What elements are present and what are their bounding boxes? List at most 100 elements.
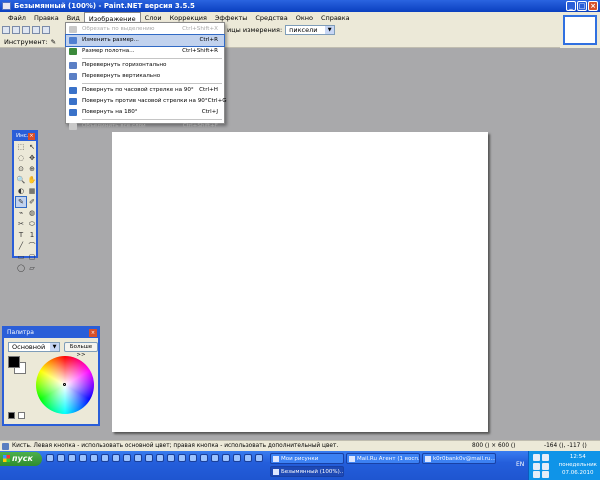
tools-window-header[interactable]: Инс... × bbox=[14, 132, 36, 141]
quicklaunch-icon[interactable] bbox=[101, 454, 109, 462]
primary-color-swatch[interactable] bbox=[8, 356, 20, 368]
tray-icon[interactable] bbox=[542, 471, 549, 478]
menu-edit[interactable]: Правка bbox=[30, 12, 63, 24]
tray-icon[interactable] bbox=[533, 471, 540, 478]
taskbar-item-my-pictures[interactable]: Мои рисунки bbox=[270, 453, 344, 464]
menu-item-canvas-size[interactable]: Размер полотна... Ctrl+Shift+R bbox=[66, 46, 224, 57]
start-button[interactable]: пуск bbox=[0, 452, 42, 466]
quicklaunch-icon[interactable] bbox=[156, 454, 164, 462]
palette-window-header[interactable]: Палитра × bbox=[4, 328, 98, 338]
freeform-shape-tool[interactable]: ▱ bbox=[27, 263, 37, 273]
eraser-tool[interactable]: ⌁ bbox=[16, 208, 26, 218]
menu-item-rotate-ccw-90[interactable]: Повернуть против часовой стрелки на 90° … bbox=[66, 96, 227, 107]
units-control: ицы измерения: пиксели ▼ bbox=[227, 24, 336, 36]
menu-item-resize[interactable]: Изменить размер... Ctrl+R bbox=[65, 34, 225, 47]
tray-icon[interactable] bbox=[533, 463, 540, 470]
close-icon[interactable]: × bbox=[28, 133, 35, 140]
save-icon[interactable] bbox=[22, 26, 30, 34]
paintbrush-tool[interactable]: ✎ bbox=[15, 196, 27, 208]
tray-icon[interactable] bbox=[542, 454, 549, 461]
cut-icon[interactable] bbox=[42, 26, 50, 34]
tray-icon[interactable] bbox=[533, 454, 540, 461]
freeform-tool[interactable]: ⌒ bbox=[27, 241, 37, 251]
menu-item-label: Повернуть по часовой стрелке на 90° bbox=[82, 87, 194, 93]
palette-mode-select[interactable]: Основной ▼ bbox=[8, 342, 60, 352]
close-icon[interactable]: × bbox=[89, 329, 97, 337]
more-button[interactable]: Больше >> bbox=[64, 342, 98, 358]
menu-item-crop-to-selection[interactable]: Обрезать по выделению Ctrl+Shift+X bbox=[66, 24, 224, 35]
move-selected-tool[interactable]: ✥ bbox=[27, 153, 37, 163]
quicklaunch-icon[interactable] bbox=[255, 454, 263, 462]
color-picker-tool[interactable]: ✂ bbox=[16, 219, 26, 229]
line-tool[interactable]: 1 bbox=[27, 230, 37, 240]
color-wheel[interactable] bbox=[36, 356, 94, 414]
quicklaunch-icon[interactable] bbox=[189, 454, 197, 462]
swap-colors-icon[interactable] bbox=[18, 412, 25, 419]
image-canvas[interactable] bbox=[112, 132, 488, 432]
taskbar: пуск Мои рисунки Mail.Ru Агент (1 восп..… bbox=[0, 451, 600, 480]
open-file-icon[interactable] bbox=[12, 26, 20, 34]
default-colors-icon[interactable] bbox=[8, 412, 15, 419]
recolor-tool[interactable]: ⬭ bbox=[27, 219, 37, 229]
quicklaunch-icon[interactable] bbox=[90, 454, 98, 462]
quicklaunch-icon[interactable] bbox=[123, 454, 131, 462]
menu-window[interactable]: Окно bbox=[292, 12, 317, 24]
close-button[interactable]: × bbox=[588, 1, 598, 11]
maximize-button[interactable]: □ bbox=[577, 1, 587, 11]
clone-stamp-tool[interactable]: ◍ bbox=[27, 208, 37, 218]
taskbar-item-mail[interactable]: k0r0bank0v@mail.ru... bbox=[422, 453, 496, 464]
quicklaunch-icon[interactable] bbox=[244, 454, 252, 462]
quicklaunch-icon[interactable] bbox=[167, 454, 175, 462]
brush-tool-icon[interactable]: ✎ bbox=[51, 38, 56, 46]
quicklaunch-icon[interactable] bbox=[200, 454, 208, 462]
menu-help[interactable]: Справка bbox=[317, 12, 354, 24]
tool-label: Инструмент: bbox=[4, 37, 48, 46]
paint-bucket-tool[interactable]: ◐ bbox=[16, 186, 26, 196]
ellipse-tool[interactable]: ◯ bbox=[16, 263, 26, 273]
rounded-rectangle-tool[interactable]: ▢ bbox=[27, 252, 37, 262]
rectangle-tool[interactable]: ▭ bbox=[16, 252, 26, 262]
lasso-select-tool[interactable]: ◌ bbox=[16, 153, 26, 163]
text-tool[interactable]: T bbox=[16, 230, 26, 240]
pencil-tool[interactable]: ✐ bbox=[27, 197, 37, 207]
quicklaunch-icon[interactable] bbox=[68, 454, 76, 462]
menu-item-flip-horizontal[interactable]: Перевернуть горизонтально bbox=[66, 60, 224, 71]
pan-tool[interactable]: ✋ bbox=[27, 175, 37, 185]
new-file-icon[interactable] bbox=[2, 26, 10, 34]
zoom-tool[interactable]: 🔍 bbox=[16, 175, 26, 185]
gradient-tool[interactable]: ▦ bbox=[27, 186, 37, 196]
image-thumbnail[interactable] bbox=[563, 15, 597, 45]
language-indicator[interactable]: EN bbox=[516, 461, 524, 468]
move-selection-tool[interactable]: ↖ bbox=[27, 142, 37, 152]
tray-icon[interactable] bbox=[542, 463, 549, 470]
quicklaunch-icon[interactable] bbox=[211, 454, 219, 462]
ellipse-select-tool[interactable]: ⊙ bbox=[16, 164, 26, 174]
quicklaunch-icon[interactable] bbox=[57, 454, 65, 462]
units-select[interactable]: пиксели ▼ bbox=[285, 25, 336, 35]
taskbar-item-mail-agent[interactable]: Mail.Ru Агент (1 восп... bbox=[346, 453, 420, 464]
curve-tool[interactable]: ╱ bbox=[16, 241, 26, 251]
menu-file[interactable]: Файл bbox=[4, 12, 30, 24]
menu-item-flip-vertical[interactable]: Перевернуть вертикально bbox=[66, 71, 224, 82]
quicklaunch-icon[interactable] bbox=[145, 454, 153, 462]
rectangle-select-tool[interactable]: ⬚ bbox=[16, 142, 26, 152]
minimize-button[interactable]: _ bbox=[566, 1, 576, 11]
quicklaunch-icon[interactable] bbox=[134, 454, 142, 462]
tools-window: Инс... × ⬚ ↖ ◌ ✥ ⊙ ⊕ 🔍 ✋ ◐ ▦ ✎ ✐ ⌁ ◍ ✂ ⬭… bbox=[12, 130, 38, 272]
quicklaunch-icon[interactable] bbox=[46, 454, 54, 462]
magic-wand-tool[interactable]: ⊕ bbox=[27, 164, 37, 174]
taskbar-item-paint-net[interactable]: Безымянный (100%)... bbox=[270, 466, 344, 477]
clock[interactable]: 12:54 понедельник 07.06.2010 bbox=[559, 453, 597, 477]
menu-utilities[interactable]: Средства bbox=[251, 12, 291, 24]
clock-date: 07.06.2010 bbox=[562, 470, 594, 476]
menu-separator bbox=[82, 58, 222, 59]
menu-item-rotate-180[interactable]: Повернуть на 180° Ctrl+J bbox=[66, 107, 224, 118]
quicklaunch-icon[interactable] bbox=[178, 454, 186, 462]
print-icon[interactable] bbox=[32, 26, 40, 34]
menu-item-flatten[interactable]: Объединить все слои Ctrl+Shift+F bbox=[66, 121, 224, 132]
quicklaunch-icon[interactable] bbox=[233, 454, 241, 462]
menu-item-rotate-cw-90[interactable]: Повернуть по часовой стрелке на 90° Ctrl… bbox=[66, 85, 224, 96]
quicklaunch-icon[interactable] bbox=[79, 454, 87, 462]
quicklaunch-icon[interactable] bbox=[222, 454, 230, 462]
quicklaunch-icon[interactable] bbox=[112, 454, 120, 462]
